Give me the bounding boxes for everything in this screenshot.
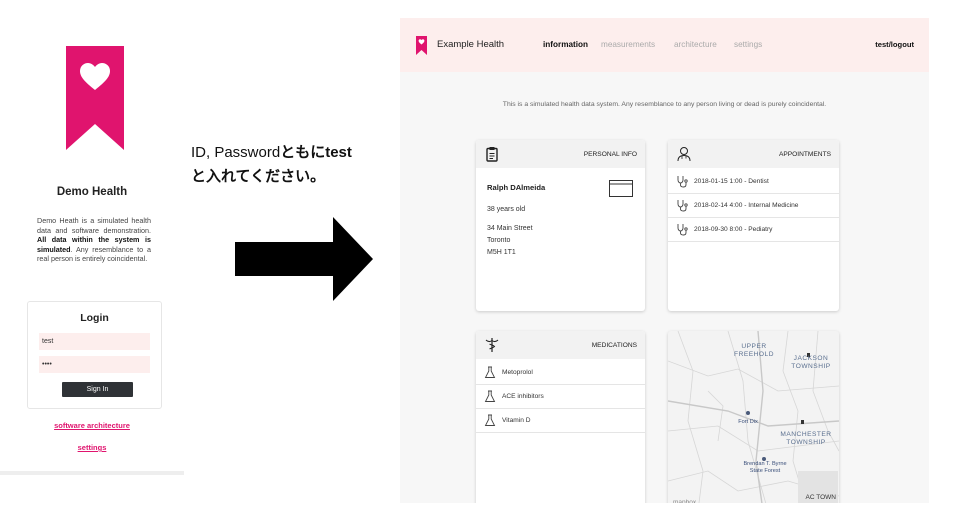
screenshot-stage: Demo Health Demo Heath is a simulated he…: [0, 0, 956, 515]
disclaimer-text: This is a simulated health data system. …: [502, 101, 827, 108]
sign-in-button[interactable]: Sign In: [62, 382, 133, 397]
appointment-row[interactable]: 2018-01-15 1:00 - Dentist: [668, 170, 839, 194]
card-title: PERSONAL INFO: [583, 151, 637, 158]
appointment-text: 2018-02-14 4:00 - Internal Medicine: [694, 202, 799, 209]
nav-settings[interactable]: settings: [734, 40, 762, 49]
flask-icon: [484, 366, 496, 378]
dashboard-screenshot: Example Health information measurements …: [400, 18, 929, 503]
appointments-card: APPOINTMENTS 2018-01-15 1:00 - Dentist 2…: [668, 140, 839, 311]
brand-title: Demo Health: [56, 186, 128, 198]
appointment-row[interactable]: 2018-09-30 8:00 - Pediatry: [668, 218, 839, 242]
nav-architecture[interactable]: architecture: [674, 40, 717, 49]
login-panel: Demo Health Demo Heath is a simulated he…: [0, 0, 184, 475]
id-card-icon: [609, 180, 633, 197]
medication-text: Metoprolol: [502, 369, 533, 376]
address-line: Toronto: [487, 237, 511, 244]
top-navigation-bar: Example Health information measurements …: [400, 18, 929, 72]
app-name: Example Health: [437, 39, 505, 50]
login-card: Login test •••• Sign In: [27, 301, 162, 409]
medication-row[interactable]: Vitamin D: [476, 409, 645, 433]
clipboard-icon: [486, 147, 498, 162]
card-header: MEDICATIONS: [476, 331, 645, 359]
stethoscope-icon: [677, 200, 688, 212]
card-title: MEDICATIONS: [591, 342, 637, 349]
panel-bottom-edge: [0, 471, 184, 475]
map-label: MANCHESTER TOWNSHIP: [780, 431, 832, 446]
map-label: Fort Dix: [738, 419, 758, 425]
map-label: UPPER FREEHOLD: [734, 343, 774, 358]
map-label: Brendan T. Byrne State Forest: [743, 461, 787, 474]
instruction-note: ID, Passwordともにtest と入れてください。: [191, 144, 352, 185]
flask-icon: [484, 390, 496, 402]
heart-bookmark-icon: [416, 36, 427, 55]
settings-link[interactable]: settings: [0, 443, 184, 452]
password-field[interactable]: ••••: [39, 356, 150, 373]
brand-description: Demo Heath is a simulated health data an…: [37, 216, 151, 264]
map-corner-label: AC TOWN: [805, 494, 836, 501]
login-title: Login: [80, 312, 109, 324]
address-line: M5H 1T1: [487, 249, 516, 256]
medication-text: Vitamin D: [502, 417, 531, 424]
caduceus-icon: [485, 338, 499, 352]
doctor-icon: [677, 147, 691, 162]
logout-link[interactable]: test/logout: [875, 40, 914, 49]
patient-name: Ralph DAlmeida: [487, 183, 546, 192]
address-line: 34 Main Street: [487, 225, 533, 232]
flask-icon: [484, 414, 496, 426]
software-architecture-link[interactable]: software architecture: [0, 421, 184, 430]
appointment-row[interactable]: 2018-02-14 4:00 - Internal Medicine: [668, 194, 839, 218]
appointment-text: 2018-01-15 1:00 - Dentist: [694, 178, 769, 185]
stethoscope-icon: [677, 176, 688, 188]
medications-card: MEDICATIONS Metoprolol ACE inhibitors Vi…: [476, 331, 645, 503]
card-header: PERSONAL INFO: [476, 140, 645, 168]
mapbox-logo[interactable]: mapbox: [673, 499, 696, 503]
nav-information[interactable]: information: [543, 40, 588, 49]
medication-text: ACE inhibitors: [502, 393, 544, 400]
right-arrow-icon: [235, 217, 373, 301]
medication-row[interactable]: Metoprolol: [476, 361, 645, 385]
patient-age: 38 years old: [487, 206, 526, 213]
nav-measurements[interactable]: measurements: [601, 40, 655, 49]
map-card[interactable]: UPPER FREEHOLD JACKSON TOWNSHIP Fort Dix…: [668, 331, 839, 503]
stethoscope-icon: [677, 224, 688, 236]
appointment-text: 2018-09-30 8:00 - Pediatry: [694, 226, 773, 233]
card-header: APPOINTMENTS: [668, 140, 839, 168]
username-field[interactable]: test: [39, 333, 150, 350]
map-label: JACKSON TOWNSHIP: [791, 355, 831, 370]
heart-bookmark-logo: [66, 46, 124, 150]
medication-row[interactable]: ACE inhibitors: [476, 385, 645, 409]
card-title: APPOINTMENTS: [778, 151, 831, 158]
personal-info-card: PERSONAL INFO Ralph DAlmeida 38 years ol…: [476, 140, 645, 311]
